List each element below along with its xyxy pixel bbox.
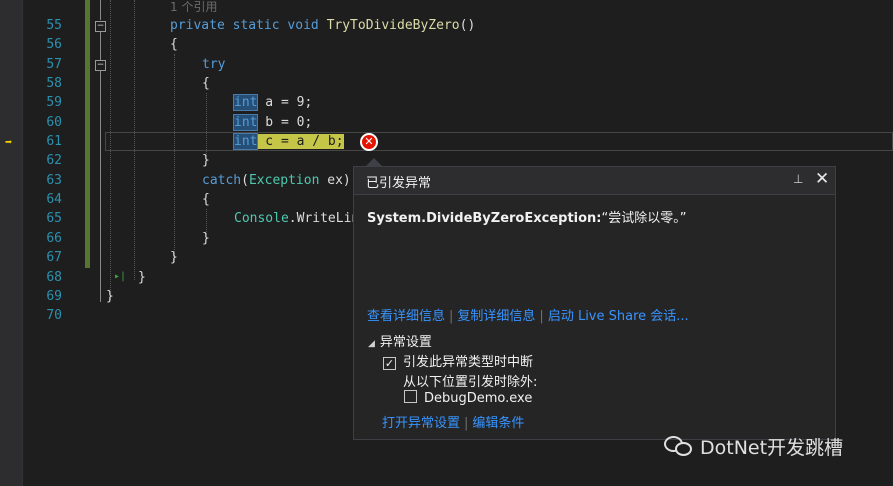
outline-line (100, 0, 101, 20)
line-number: 67 (46, 250, 62, 265)
error-icon[interactable]: ✕ (360, 133, 378, 151)
line-number: 57 (46, 57, 62, 72)
code-line-61: int c = a / b; (232, 133, 344, 150)
line-number: 59 (46, 95, 62, 110)
edit-conditions-link[interactable]: 编辑条件 (472, 416, 524, 431)
outline-line (100, 31, 101, 60)
popup-pointer (366, 158, 382, 166)
code-line-62: } (202, 153, 210, 168)
link-separator: | (464, 416, 469, 431)
code-line-65: Console.WriteLin (234, 211, 360, 226)
watermark: DotNet开发跳槽 (664, 433, 843, 460)
exception-settings-header[interactable]: ◢ 异常设置 (368, 331, 432, 350)
module-checkbox[interactable] (404, 390, 417, 403)
current-statement-arrow-icon: ➡ (5, 135, 13, 149)
change-tracking-bar (85, 0, 90, 268)
break-when-thrown-checkbox[interactable]: ✓ (383, 357, 396, 370)
line-number: 64 (46, 192, 62, 207)
run-to-click-icon[interactable]: ▸| (114, 270, 126, 284)
detail-links: 查看详细信息 | 复制详细信息 | 启动 Live Share 会话... (367, 305, 689, 324)
outline-line (100, 70, 101, 302)
code-line-59: int a = 9; (232, 94, 313, 111)
exception-message: System.DivideByZeroException:“尝试除以零。” (367, 207, 687, 226)
view-details-link[interactable]: 查看详细信息 (367, 309, 445, 324)
popup-title: 已引发异常 (366, 176, 432, 191)
code-line-64: { (202, 192, 210, 207)
line-number: 60 (46, 115, 62, 130)
code-line-69: } (106, 289, 114, 304)
line-number: 62 (46, 153, 62, 168)
code-line-60: int b = 0; (232, 114, 313, 131)
settings-links: 打开异常设置 | 编辑条件 (382, 412, 524, 431)
expand-triangle-icon: ◢ (368, 339, 375, 349)
line-number: 63 (46, 173, 62, 188)
exception-helper-popup: 已引发异常 ⊥ ✕ System.DivideByZeroException:“… (353, 166, 836, 440)
exception-type: System.DivideByZeroException: (367, 211, 602, 226)
line-number: 65 (46, 211, 62, 226)
code-line-56: { (170, 37, 178, 52)
reference-codelens[interactable]: 1 个引用 (170, 0, 217, 17)
indent-guide (174, 54, 175, 262)
link-separator: | (539, 309, 544, 324)
line-number: 56 (46, 37, 62, 52)
live-share-link[interactable]: 启动 Live Share 会话... (548, 309, 689, 324)
line-number: 66 (46, 231, 62, 246)
line-number: 68 (46, 270, 62, 285)
pin-icon[interactable]: ⊥ (793, 172, 803, 186)
current-line-highlight (105, 132, 893, 151)
copy-details-link[interactable]: 复制详细信息 (457, 309, 535, 324)
module-option[interactable]: DebugDemo.exe (404, 390, 532, 406)
close-icon[interactable]: ✕ (815, 169, 829, 189)
line-number: 61 (46, 134, 62, 149)
open-exception-settings-link[interactable]: 打开异常设置 (382, 416, 460, 431)
code-line-68: } (138, 270, 146, 285)
break-when-thrown-option[interactable]: ✓ 引发此异常类型时中断 (383, 351, 533, 370)
code-line-67: } (170, 250, 178, 265)
collapse-icon[interactable]: − (95, 60, 106, 71)
line-number: 69 (46, 289, 62, 304)
wechat-icon (664, 436, 694, 458)
indicator-margin[interactable] (0, 0, 22, 486)
line-number: 70 (46, 308, 62, 323)
code-line-58: { (202, 76, 210, 91)
popup-header: 已引发异常 ⊥ ✕ (354, 167, 835, 195)
collapse-icon[interactable]: − (95, 21, 106, 32)
code-line-63: catch(Exception ex) (202, 173, 351, 188)
line-number: 55 (46, 18, 62, 33)
link-separator: | (449, 309, 454, 324)
code-line-57: try (202, 57, 226, 72)
line-number: 58 (46, 76, 62, 91)
except-when-label: 从以下位置引发时除外: (403, 375, 538, 390)
code-line-55: private static void TryToDivideByZero() (170, 18, 476, 33)
exception-text: “尝试除以零。” (601, 211, 687, 226)
code-line-66: } (202, 231, 210, 246)
